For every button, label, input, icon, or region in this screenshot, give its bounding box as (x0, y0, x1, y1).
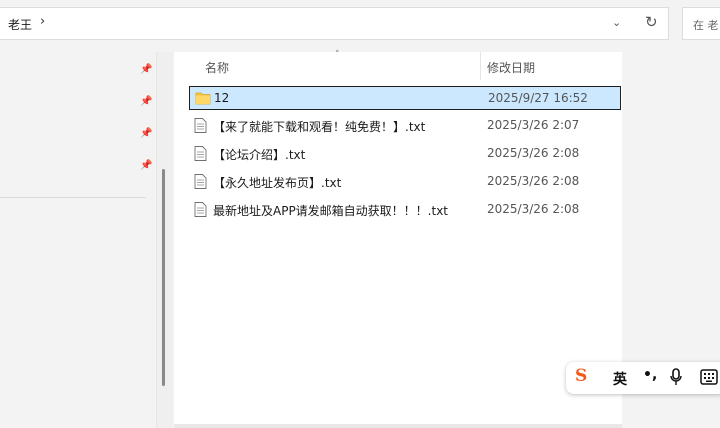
column-header-name[interactable]: 名称 (205, 59, 229, 76)
ime-punctuation-toggle[interactable]: •, (643, 367, 657, 383)
file-row[interactable]: 【论坛介绍】.txt 2025/3/26 2:08 (189, 142, 621, 166)
text-file-icon (194, 174, 207, 192)
navigation-scrollbar-thumb[interactable] (162, 169, 165, 386)
keyboard-icon[interactable] (700, 369, 718, 388)
text-file-icon (194, 202, 207, 220)
file-name: 12 (214, 91, 230, 105)
file-date-modified: 2025/3/26 2:08 (487, 174, 580, 188)
file-date-modified: 2025/3/26 2:08 (487, 146, 580, 160)
file-date-modified: 2025/3/26 2:08 (487, 202, 580, 216)
pin-icon[interactable]: 📌 (140, 64, 152, 75)
ime-toolbar: S 英 •, (566, 362, 720, 394)
horizontal-scrollbar[interactable] (174, 424, 622, 428)
file-date-modified: 2025/9/27 16:52 (488, 91, 588, 105)
refresh-icon[interactable]: ↻ (645, 13, 658, 31)
text-file-icon (194, 146, 207, 164)
file-row[interactable]: 【永久地址发布页】.txt 2025/3/26 2:08 (189, 170, 621, 194)
file-name: 最新地址及APP请发邮箱自动获取！！！.txt (213, 204, 449, 218)
pin-icon[interactable]: 📌 (140, 96, 152, 107)
folder-icon (195, 91, 211, 108)
address-bar[interactable]: 老王 › ⌄ ↻ (0, 7, 669, 40)
pin-icon[interactable]: 📌 (140, 128, 152, 139)
breadcrumb-chevron-icon[interactable]: › (40, 14, 45, 29)
file-name: 【论坛介绍】.txt (213, 148, 306, 162)
microphone-icon[interactable] (670, 368, 682, 389)
search-placeholder: 在 老 (693, 19, 719, 32)
file-name: 【永久地址发布页】.txt (213, 176, 342, 190)
file-date-modified: 2025/3/26 2:07 (487, 118, 580, 132)
file-name: 【来了就能下载和观看！纯免费！】.txt (213, 120, 426, 134)
ime-language-toggle[interactable]: 英 (613, 369, 627, 389)
file-row[interactable]: 最新地址及APP请发邮箱自动获取！！！.txt 2025/3/26 2:08 (189, 198, 621, 222)
navigation-divider (0, 197, 146, 198)
column-header-date-modified[interactable]: 修改日期 (487, 59, 535, 76)
pin-icon[interactable]: 📌 (140, 160, 152, 171)
ime-logo-icon[interactable]: S (575, 366, 587, 386)
file-row[interactable]: 12 2025/9/27 16:52 (189, 86, 621, 110)
navigation-pane: 📌 📌 📌 📌 (0, 52, 156, 428)
file-row[interactable]: 【来了就能下载和观看！纯免费！】.txt 2025/3/26 2:07 (189, 114, 621, 138)
address-history-chevron-down-icon[interactable]: ⌄ (612, 16, 621, 29)
search-input[interactable]: 在 老 (682, 7, 720, 40)
breadcrumb-current-folder[interactable]: 老王 (8, 16, 32, 33)
column-divider[interactable] (480, 52, 481, 80)
text-file-icon (194, 118, 207, 136)
sort-ascending-icon: ˄ (335, 50, 340, 60)
